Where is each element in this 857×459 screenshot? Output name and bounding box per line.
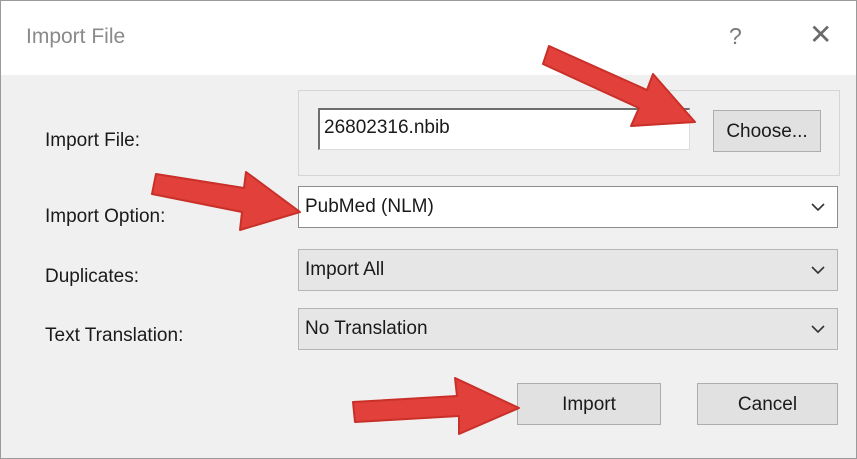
help-icon[interactable]: ? [729, 23, 742, 50]
duplicates-select[interactable]: Import All [298, 249, 838, 291]
chevron-down-icon [811, 266, 825, 275]
import-option-value: PubMed (NLM) [305, 196, 434, 217]
dialog-title: Import File [26, 25, 126, 48]
cancel-button[interactable]: Cancel [697, 383, 838, 425]
duplicates-value: Import All [305, 259, 385, 280]
close-icon[interactable]: ✕ [809, 21, 832, 49]
text-translation-value: No Translation [305, 318, 428, 339]
chevron-down-icon [811, 325, 825, 334]
import-file-label: Import File: [45, 130, 141, 151]
import-file-field[interactable]: 26802316.nbib [318, 108, 690, 150]
import-option-label: Import Option: [45, 206, 166, 227]
chevron-down-icon [811, 203, 825, 212]
text-translation-select[interactable]: No Translation [298, 308, 838, 350]
text-translation-label: Text Translation: [45, 325, 184, 346]
title-bar: Import File ? ✕ [1, 1, 856, 75]
import-button[interactable]: Import [517, 383, 661, 425]
import-option-select[interactable]: PubMed (NLM) [298, 186, 838, 228]
choose-button[interactable]: Choose... [713, 110, 821, 152]
duplicates-label: Duplicates: [45, 266, 139, 287]
